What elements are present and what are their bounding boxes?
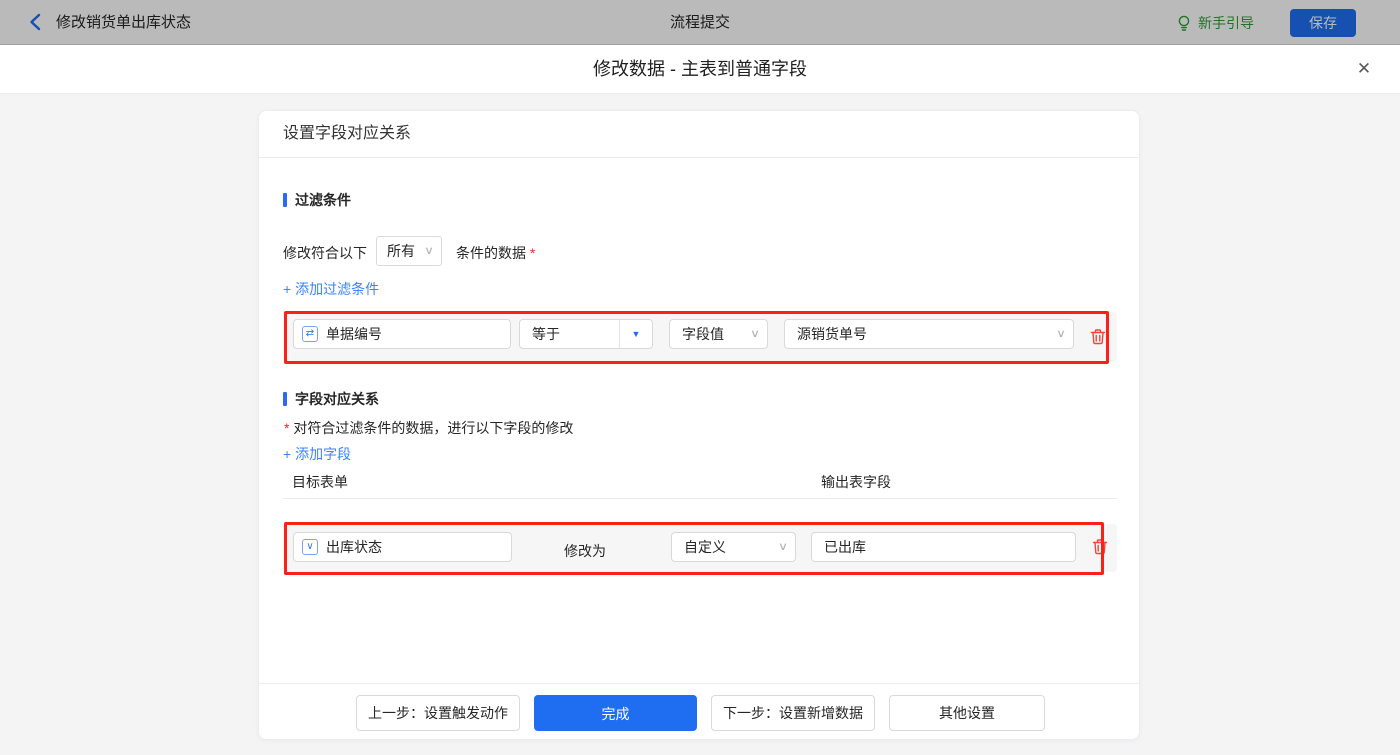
chevron-down-icon: ∨ <box>750 320 760 348</box>
value-type-select[interactable]: 字段值 ∨ <box>669 319 768 349</box>
chevron-down-icon: ∨ <box>778 533 788 561</box>
mapping-section-title: 字段对应关系 <box>283 389 379 409</box>
value-mode-select[interactable]: 自定义 ∨ <box>671 532 796 562</box>
add-filter-condition-link[interactable]: + 添加过滤条件 <box>283 279 379 299</box>
other-settings-button[interactable]: 其他设置 <box>889 695 1045 731</box>
filter-section-title: 过滤条件 <box>283 190 351 210</box>
filter-field-input[interactable]: ⇄ 单据编号 <box>293 319 511 349</box>
prev-step-button[interactable]: 上一步：设置触发动作 <box>356 695 520 731</box>
column-divider <box>283 498 1117 499</box>
beginner-guide-button[interactable]: 新手引导 <box>1176 0 1254 45</box>
section-accent-bar <box>283 193 287 207</box>
delete-mapping-icon[interactable] <box>1090 537 1110 557</box>
value-field-select[interactable]: 源销货单号 ∨ <box>784 319 1074 349</box>
mapping-description: * 对符合过滤条件的数据，进行以下字段的修改 <box>284 418 573 438</box>
screen: 修改销货单出库状态 流程提交 新手引导 保存 修改数据 - 主表到普通字段 ✕ … <box>0 0 1400 755</box>
beginner-guide-label: 新手引导 <box>1198 13 1254 33</box>
footer-divider <box>259 683 1139 684</box>
delete-filter-icon[interactable] <box>1088 327 1108 347</box>
required-mark: * <box>530 245 535 261</box>
serial-number-field-icon: ⇄ <box>302 326 318 342</box>
chevron-down-icon: ∨ <box>1056 320 1066 348</box>
save-button[interactable]: 保存 <box>1290 9 1356 37</box>
match-mode-select[interactable]: 所有 ∨ <box>376 236 442 266</box>
add-field-link[interactable]: + 添加字段 <box>283 444 351 464</box>
condition-prefix-label: 修改符合以下 <box>283 243 367 263</box>
column-header-output-field: 输出表字段 <box>821 472 891 492</box>
section-accent-bar <box>283 392 287 406</box>
modal-header: 修改数据 - 主表到普通字段 ✕ <box>0 45 1400 94</box>
column-header-target-form: 目标表单 <box>292 472 348 492</box>
condition-suffix-label: 条件的数据 * <box>456 243 535 263</box>
next-step-button[interactable]: 下一步：设置新增数据 <box>711 695 875 731</box>
caret-down-icon[interactable]: ▼ <box>619 320 652 348</box>
close-icon[interactable]: ✕ <box>1352 57 1376 81</box>
done-button[interactable]: 完成 <box>534 695 697 731</box>
panel-header: 设置字段对应关系 <box>259 111 1139 158</box>
lightbulb-icon <box>1176 14 1192 32</box>
target-field-input[interactable]: ∨ 出库状态 <box>293 532 512 562</box>
chevron-down-icon: ∨ <box>424 237 434 265</box>
operator-select[interactable]: 等于 ▼ <box>519 319 653 349</box>
panel-header-title: 设置字段对应关系 <box>283 111 411 157</box>
required-mark: * <box>284 420 289 436</box>
top-navigation-bar: 修改销货单出库状态 流程提交 新手引导 保存 <box>0 0 1400 45</box>
custom-value-input[interactable]: 已出库 <box>811 532 1076 562</box>
modal-title: 修改数据 - 主表到普通字段 <box>0 45 1400 93</box>
select-field-icon: ∨ <box>302 539 318 555</box>
change-to-label: 修改为 <box>564 541 606 561</box>
field-mapping-panel: 设置字段对应关系 过滤条件 修改符合以下 所有 ∨ 条件的数据 * + 添加过滤… <box>258 110 1140 740</box>
